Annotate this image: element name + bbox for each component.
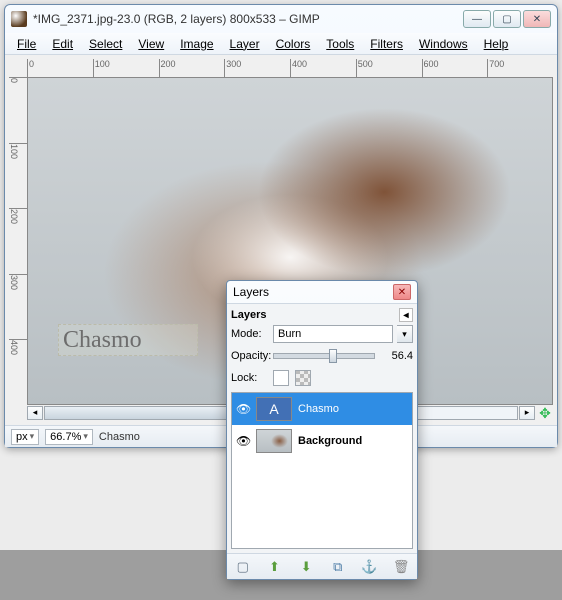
layers-dialog-close-button[interactable]: ✕: [393, 284, 411, 300]
mode-dropdown-button[interactable]: ▾: [397, 325, 413, 343]
raise-layer-button[interactable]: ⬆: [265, 558, 283, 576]
units-combo[interactable]: px: [11, 429, 39, 445]
active-layer-label: Chasmo: [99, 431, 140, 443]
lock-label: Lock:: [231, 372, 269, 384]
menu-edit[interactable]: Edit: [44, 35, 81, 53]
image-layer-thumbnail-icon: [256, 429, 292, 453]
layer-list: 👁 A Chasmo 👁 Background: [231, 392, 413, 549]
lock-pixels-toggle[interactable]: [273, 370, 289, 386]
opacity-value: 56.4: [379, 350, 413, 362]
layer-item-background[interactable]: 👁 Background: [232, 425, 412, 457]
layers-dialog-title: Layers: [233, 285, 393, 299]
menu-filters[interactable]: Filters: [362, 35, 411, 53]
new-layer-button[interactable]: ▢: [234, 558, 252, 576]
layer-name-label: Chasmo: [298, 403, 339, 415]
layers-panel-label: Layers: [231, 309, 266, 321]
anchor-layer-button[interactable]: ⚓: [360, 558, 378, 576]
menu-file[interactable]: File: [9, 35, 44, 53]
layers-dialog[interactable]: Layers ✕ Layers ◂ Mode: Burn ▾ Opacity: …: [226, 280, 418, 580]
layers-toolbar: ▢ ⬆ ⬇ ⧉ ⚓ 🗑: [227, 553, 417, 579]
mode-label: Mode:: [231, 328, 269, 340]
lock-alpha-toggle[interactable]: [295, 370, 311, 386]
text-layer-selection[interactable]: Chasmo: [58, 324, 198, 356]
close-button[interactable]: ✕: [523, 10, 551, 28]
scroll-left-button[interactable]: ◂: [27, 406, 43, 420]
gimp-wilber-icon: [11, 11, 27, 27]
menu-colors[interactable]: Colors: [268, 35, 319, 53]
maximize-button[interactable]: ▢: [493, 10, 521, 28]
menu-select[interactable]: Select: [81, 35, 130, 53]
duplicate-layer-button[interactable]: ⧉: [329, 558, 347, 576]
menubar: File Edit Select View Image Layer Colors…: [5, 33, 557, 55]
menu-layer[interactable]: Layer: [222, 35, 268, 53]
opacity-slider[interactable]: [273, 353, 375, 359]
titlebar[interactable]: *IMG_2371.jpg-23.0 (RGB, 2 layers) 800x5…: [5, 5, 557, 33]
layer-item-chasmo[interactable]: 👁 A Chasmo: [232, 393, 412, 425]
layers-panel-menu-button[interactable]: ◂: [399, 308, 413, 322]
menu-tools[interactable]: Tools: [318, 35, 362, 53]
visibility-toggle-icon[interactable]: 👁: [236, 434, 250, 448]
layers-dialog-titlebar[interactable]: Layers ✕: [227, 281, 417, 303]
minimize-button[interactable]: —: [463, 10, 491, 28]
watermark-text: Chasmo: [63, 327, 142, 354]
window-title: *IMG_2371.jpg-23.0 (RGB, 2 layers) 800x5…: [33, 12, 463, 26]
opacity-slider-knob[interactable]: [329, 349, 337, 363]
scroll-right-button[interactable]: ▸: [519, 406, 535, 420]
horizontal-ruler: 0 100 200 300 400 500 600 700: [27, 59, 553, 77]
navigate-icon[interactable]: ✥: [537, 405, 553, 421]
visibility-toggle-icon[interactable]: 👁: [236, 402, 250, 416]
delete-layer-button[interactable]: 🗑: [392, 558, 410, 576]
vertical-ruler: 0 100 200 300 400: [9, 77, 27, 405]
opacity-label: Opacity:: [231, 350, 269, 362]
zoom-combo[interactable]: 66.7%: [45, 429, 93, 445]
menu-help[interactable]: Help: [476, 35, 517, 53]
menu-windows[interactable]: Windows: [411, 35, 476, 53]
menu-view[interactable]: View: [130, 35, 172, 53]
layer-name-label: Background: [298, 435, 362, 447]
mode-select[interactable]: Burn: [273, 325, 393, 343]
text-layer-thumbnail-icon: A: [256, 397, 292, 421]
menu-image[interactable]: Image: [172, 35, 221, 53]
lower-layer-button[interactable]: ⬇: [297, 558, 315, 576]
